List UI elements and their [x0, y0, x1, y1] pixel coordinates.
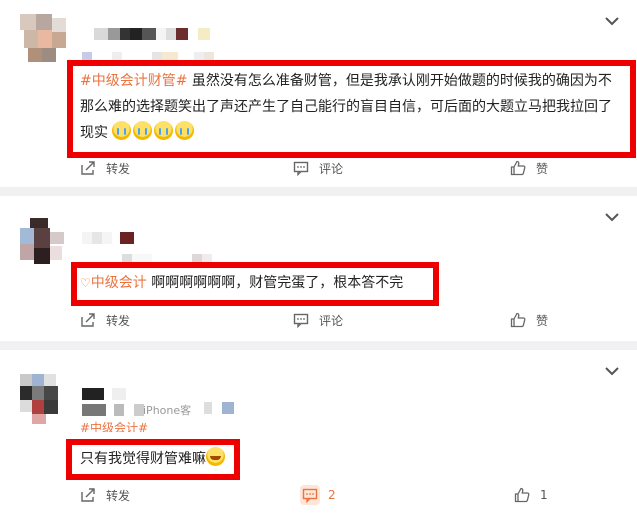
- share-icon: [81, 313, 95, 327]
- chevron-down-icon[interactable]: [605, 16, 619, 26]
- forward-button[interactable]: 转发: [80, 300, 130, 340]
- avatar[interactable]: [20, 14, 68, 66]
- weibo-post-1: #中级会计财管# 虽然没有怎么准备财管，但是我承认刚开始做题的时候我的确因为不那…: [0, 0, 637, 187]
- comment-icon-bg: [300, 485, 320, 505]
- weibo-post-2: ♡中级会计 啊啊啊啊啊啊，财管完蛋了，根本答不完 转发 评论 赞: [0, 196, 637, 341]
- weibo-post-3: iPhone客 #中级会计# 只有我觉得财管难嘛 转发 2 1: [0, 350, 637, 523]
- post-actions: 转发 评论 赞: [0, 148, 637, 188]
- forward-button[interactable]: 转发: [80, 148, 130, 188]
- share-icon: [81, 161, 95, 175]
- forward-button[interactable]: 转发: [80, 475, 130, 515]
- username-blurred[interactable]: [82, 388, 126, 400]
- comment-icon: [293, 313, 309, 328]
- comment-button[interactable]: 评论: [293, 300, 343, 340]
- chevron-down-icon[interactable]: [605, 366, 619, 376]
- chevron-down-icon[interactable]: [605, 212, 619, 222]
- thumbs-up-icon: [514, 487, 530, 503]
- highlight-box: [67, 60, 636, 158]
- avatar[interactable]: [20, 374, 68, 426]
- like-button[interactable]: 赞: [510, 300, 548, 340]
- thumbs-up-icon: [510, 312, 526, 328]
- topic-line: #中级会计#: [80, 420, 148, 432]
- comment-icon: [302, 488, 318, 503]
- timestamp-blurred: [82, 404, 144, 416]
- topic-link[interactable]: #中级会计#: [80, 421, 148, 432]
- like-button[interactable]: 1: [514, 475, 548, 515]
- post-actions: 转发 2 1: [0, 475, 637, 515]
- username-blurred[interactable]: [82, 232, 134, 244]
- highlight-box: [66, 439, 240, 480]
- comment-icon: [293, 161, 309, 176]
- comment-button[interactable]: 2: [300, 475, 336, 515]
- thumbs-up-icon: [510, 160, 526, 176]
- device-source: iPhone客: [143, 404, 192, 417]
- share-icon: [81, 488, 95, 502]
- comment-button[interactable]: 评论: [293, 148, 343, 188]
- username-blurred[interactable]: [82, 28, 210, 40]
- post-actions: 转发 评论 赞: [0, 300, 637, 340]
- avatar[interactable]: [20, 218, 68, 270]
- like-button[interactable]: 赞: [510, 148, 548, 188]
- meta-blurred-tail: [196, 402, 234, 414]
